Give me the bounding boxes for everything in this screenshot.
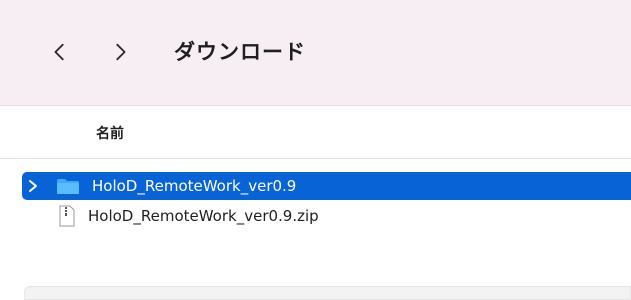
list-item-zip[interactable]: HoloD_RemoteWork_ver0.9.zip xyxy=(22,202,631,230)
forward-button[interactable] xyxy=(100,32,140,72)
toolbar: ダウンロード xyxy=(0,0,631,106)
list-item-folder[interactable]: HoloD_RemoteWork_ver0.9 xyxy=(22,172,631,200)
column-header-row: 名前 xyxy=(0,107,631,159)
column-header-name[interactable]: 名前 xyxy=(96,123,124,143)
status-bar xyxy=(24,286,631,300)
back-button[interactable] xyxy=(40,32,80,72)
list-item-label: HoloD_RemoteWork_ver0.9 xyxy=(92,177,297,195)
folder-icon xyxy=(57,179,79,194)
zip-file-icon xyxy=(59,205,75,227)
list-item-label: HoloD_RemoteWork_ver0.9.zip xyxy=(88,207,319,225)
finder-window: ダウンロード 名前 HoloD_RemoteWork_ver0.9 HoloD_… xyxy=(0,0,631,300)
window-title: ダウンロード xyxy=(174,40,306,64)
disclosure-chevron-icon[interactable] xyxy=(27,179,39,193)
chevron-right-icon xyxy=(116,43,126,61)
chevron-left-icon xyxy=(54,43,64,61)
